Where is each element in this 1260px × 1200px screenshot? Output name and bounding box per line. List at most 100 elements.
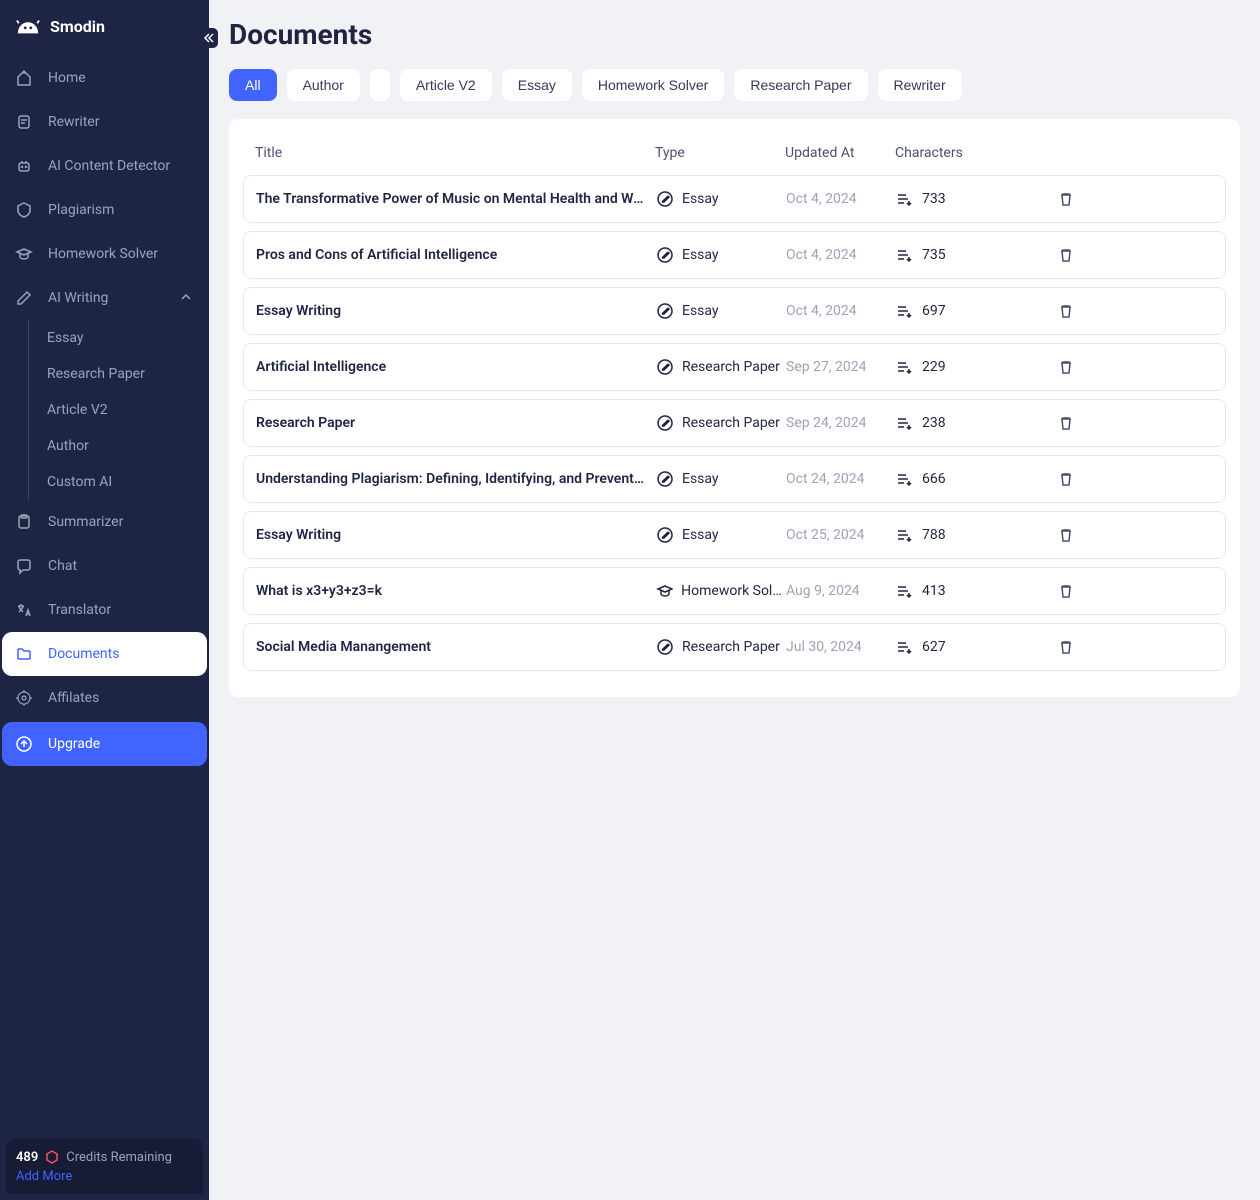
subnav-author[interactable]: Author <box>39 428 209 464</box>
sidebar-item-home[interactable]: Home <box>2 56 207 100</box>
table-row[interactable]: What is x3+y3+z3=kHomework SolverAug 9, … <box>243 567 1226 615</box>
doc-chars: 735 <box>896 247 1046 263</box>
sidebar-item-translator[interactable]: Translator <box>2 588 207 632</box>
type-icon <box>656 638 674 656</box>
shield-icon <box>14 200 34 220</box>
sidebar-item-ai-writing[interactable]: AI Writing <box>2 276 207 320</box>
doc-type: Essay <box>656 190 786 208</box>
folder-icon <box>14 644 34 664</box>
table-row[interactable]: Essay WritingEssayOct 4, 2024697 <box>243 287 1226 335</box>
sidebar: Smodin Home Rewriter AI Content Detector… <box>0 0 209 1200</box>
trash-icon <box>1058 191 1074 207</box>
page-title: Documents <box>229 18 1240 51</box>
trash-icon <box>1058 639 1074 655</box>
affiliate-icon <box>14 688 34 708</box>
pen-icon <box>14 288 34 308</box>
chars-icon <box>896 583 912 599</box>
doc-type: Essay <box>656 470 786 488</box>
sidebar-item-homework[interactable]: Homework Solver <box>2 232 207 276</box>
table-row[interactable]: Pros and Cons of Artificial Intelligence… <box>243 231 1226 279</box>
collapse-sidebar-button[interactable] <box>198 28 218 48</box>
sidebar-item-plagiarism[interactable]: Plagiarism <box>2 188 207 232</box>
type-icon <box>656 470 674 488</box>
doc-date: Oct 24, 2024 <box>786 471 896 487</box>
filter-research-paper[interactable]: Research Paper <box>734 69 867 101</box>
sidebar-item-ai-detector[interactable]: AI Content Detector <box>2 144 207 188</box>
delete-button[interactable] <box>1046 415 1086 431</box>
filter-empty[interactable] <box>370 69 390 101</box>
translate-icon <box>14 600 34 620</box>
filter-article-v2[interactable]: Article V2 <box>400 69 492 101</box>
table-row[interactable]: Understanding Plagiarism: Defining, Iden… <box>243 455 1226 503</box>
filter-homework-solver[interactable]: Homework Solver <box>582 69 724 101</box>
filter-all[interactable]: All <box>229 69 277 101</box>
home-icon <box>14 68 34 88</box>
sidebar-item-chat[interactable]: Chat <box>2 544 207 588</box>
subnav-essay[interactable]: Essay <box>39 320 209 356</box>
sidebar-item-upgrade[interactable]: Upgrade <box>2 722 207 766</box>
delete-button[interactable] <box>1046 191 1086 207</box>
delete-button[interactable] <box>1046 583 1086 599</box>
sidebar-item-documents[interactable]: Documents <box>2 632 207 676</box>
type-icon <box>656 582 673 600</box>
delete-button[interactable] <box>1046 303 1086 319</box>
delete-button[interactable] <box>1046 359 1086 375</box>
credits-icon <box>44 1149 60 1165</box>
delete-button[interactable] <box>1046 639 1086 655</box>
doc-date: Jul 30, 2024 <box>786 639 896 655</box>
delete-button[interactable] <box>1046 471 1086 487</box>
doc-type: Essay <box>656 302 786 320</box>
add-more-link[interactable]: Add More <box>16 1169 193 1184</box>
main-content: Documents All Author Article V2 Essay Ho… <box>209 0 1260 1200</box>
chars-icon <box>896 471 912 487</box>
filter-essay[interactable]: Essay <box>502 69 572 101</box>
ai-writing-submenu: Essay Research Paper Article V2 Author C… <box>28 320 209 500</box>
nav-list: Home Rewriter AI Content Detector Plagia… <box>0 52 209 1133</box>
trash-icon <box>1058 527 1074 543</box>
table-row[interactable]: Artificial IntelligenceResearch PaperSep… <box>243 343 1226 391</box>
credits-count: 489 <box>16 1150 38 1165</box>
filter-rewriter[interactable]: Rewriter <box>878 69 962 101</box>
table-row[interactable]: Research PaperResearch PaperSep 24, 2024… <box>243 399 1226 447</box>
doc-title: Pros and Cons of Artificial Intelligence <box>256 247 656 263</box>
upgrade-icon <box>14 734 34 754</box>
grad-cap-icon <box>14 244 34 264</box>
doc-title: What is x3+y3+z3=k <box>256 583 656 599</box>
filter-row: All Author Article V2 Essay Homework Sol… <box>229 69 1240 101</box>
doc-chars: 788 <box>896 527 1046 543</box>
chars-icon <box>896 247 912 263</box>
doc-type: Research Paper <box>656 414 786 432</box>
trash-icon <box>1058 471 1074 487</box>
doc-date: Oct 4, 2024 <box>786 191 896 207</box>
sidebar-item-affiliates[interactable]: Affilates <box>2 676 207 720</box>
subnav-article-v2[interactable]: Article V2 <box>39 392 209 428</box>
table-row[interactable]: Essay WritingEssayOct 25, 2024788 <box>243 511 1226 559</box>
app-logo-icon <box>16 14 40 38</box>
type-icon <box>656 526 674 544</box>
chevron-up-icon <box>179 290 195 306</box>
table-row[interactable]: The Transformative Power of Music on Men… <box>243 175 1226 223</box>
doc-date: Oct 4, 2024 <box>786 303 896 319</box>
rewriter-icon <box>14 112 34 132</box>
doc-title: Social Media Manangement <box>256 639 656 655</box>
doc-chars: 697 <box>896 303 1046 319</box>
delete-button[interactable] <box>1046 247 1086 263</box>
filter-author[interactable]: Author <box>287 69 360 101</box>
doc-type: Research Paper <box>656 638 786 656</box>
clipboard-icon <box>14 512 34 532</box>
chars-icon <box>896 303 912 319</box>
doc-date: Oct 25, 2024 <box>786 527 896 543</box>
credits-bar: 489 Credits Remaining Add More <box>6 1139 203 1194</box>
header-updated: Updated At <box>785 145 895 161</box>
subnav-custom-ai[interactable]: Custom AI <box>39 464 209 500</box>
doc-chars: 413 <box>896 583 1046 599</box>
chat-icon <box>14 556 34 576</box>
delete-button[interactable] <box>1046 527 1086 543</box>
table-row[interactable]: Social Media ManangementResearch PaperJu… <box>243 623 1226 671</box>
doc-title: Essay Writing <box>256 303 656 319</box>
subnav-research-paper[interactable]: Research Paper <box>39 356 209 392</box>
sidebar-item-rewriter[interactable]: Rewriter <box>2 100 207 144</box>
sidebar-item-summarizer[interactable]: Summarizer <box>2 500 207 544</box>
doc-date: Aug 9, 2024 <box>786 583 896 599</box>
doc-date: Sep 27, 2024 <box>786 359 896 375</box>
